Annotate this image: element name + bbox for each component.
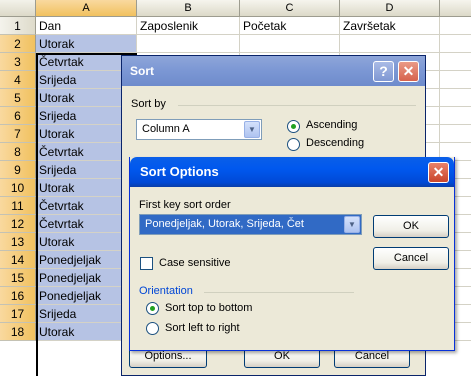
first-key-label: First key sort order xyxy=(139,199,231,211)
row-header[interactable]: 11 xyxy=(0,197,36,215)
sort-left-to-right-label[interactable]: Sort left to right xyxy=(165,322,240,334)
row-header[interactable]: 10 xyxy=(0,179,36,197)
close-icon[interactable]: ✕ xyxy=(428,162,449,183)
cell-c[interactable]: Početak xyxy=(240,17,340,35)
options-ok-button[interactable]: OK xyxy=(373,215,449,238)
row-header[interactable]: 8 xyxy=(0,143,36,161)
ascending-label[interactable]: Ascending xyxy=(306,119,357,131)
first-key-sort-order-select[interactable]: Ponedjeljak, Utorak, Srijeda, Čet ▼ xyxy=(139,214,362,235)
row-header[interactable]: 9 xyxy=(0,161,36,179)
row-header[interactable]: 18 xyxy=(0,323,36,341)
row-header[interactable]: 4 xyxy=(0,71,36,89)
cell-e[interactable] xyxy=(440,125,471,143)
cell-e[interactable] xyxy=(440,53,471,71)
row-header[interactable]: 12 xyxy=(0,215,36,233)
help-icon[interactable]: ? xyxy=(373,61,394,82)
cell-b[interactable]: Zaposlenik xyxy=(137,17,240,35)
row-header[interactable]: 2 xyxy=(0,35,36,53)
column-header-d[interactable]: D xyxy=(340,0,440,17)
case-sensitive-checkbox[interactable] xyxy=(140,257,153,270)
sort-left-to-right-radio[interactable] xyxy=(146,322,159,335)
cell-e[interactable] xyxy=(440,89,471,107)
row-header[interactable]: 6 xyxy=(0,107,36,125)
sort-dialog-title: Sort xyxy=(130,64,154,78)
cell-e[interactable] xyxy=(440,71,471,89)
row-header[interactable]: 13 xyxy=(0,233,36,251)
sort-dialog-titlebar[interactable]: Sort ? ✕ xyxy=(122,56,425,86)
cell-a[interactable]: Dan xyxy=(36,17,137,35)
sort-by-value: Column A xyxy=(142,123,190,135)
orientation-label: Orientation xyxy=(139,285,193,297)
row-header[interactable]: 7 xyxy=(0,125,36,143)
cell-b[interactable] xyxy=(137,35,240,53)
options-cancel-button[interactable]: Cancel xyxy=(373,247,449,270)
sort-options-titlebar[interactable]: Sort Options ✕ xyxy=(130,157,454,187)
sort-by-select[interactable]: Column A ▼ xyxy=(136,119,262,140)
cell-d[interactable] xyxy=(340,35,440,53)
ascending-radio[interactable] xyxy=(287,120,300,133)
column-header-b[interactable]: B xyxy=(137,0,240,17)
row-header[interactable]: 16 xyxy=(0,287,36,305)
column-header-a[interactable]: A xyxy=(36,0,137,17)
sort-top-to-bottom-label[interactable]: Sort top to bottom xyxy=(165,302,252,314)
sort-options-title: Sort Options xyxy=(140,164,219,179)
row-header[interactable]: 5 xyxy=(0,89,36,107)
cell-e[interactable] xyxy=(440,17,471,35)
sort-by-label: Sort by xyxy=(131,98,166,110)
row-header[interactable]: 14 xyxy=(0,251,36,269)
sort-options-dialog: Sort Options ✕ First key sort order Pone… xyxy=(129,157,455,351)
descending-radio[interactable] xyxy=(287,138,300,151)
cell-e[interactable] xyxy=(440,35,471,53)
chevron-down-icon[interactable]: ▼ xyxy=(344,216,360,233)
divider xyxy=(178,105,416,106)
cell-e[interactable] xyxy=(440,107,471,125)
column-header-e[interactable] xyxy=(440,0,471,17)
select-all-corner[interactable] xyxy=(0,0,36,17)
cell-c[interactable] xyxy=(240,35,340,53)
sort-top-to-bottom-radio[interactable] xyxy=(146,302,159,315)
row-header[interactable]: 17 xyxy=(0,305,36,323)
case-sensitive-label[interactable]: Case sensitive xyxy=(159,257,231,269)
row-header[interactable]: 1 xyxy=(0,17,36,35)
divider xyxy=(204,292,354,293)
cell-d[interactable]: Završetak xyxy=(340,17,440,35)
first-key-value: Ponedjeljak, Utorak, Srijeda, Čet xyxy=(145,218,304,230)
column-header-c[interactable]: C xyxy=(240,0,340,17)
close-icon[interactable]: ✕ xyxy=(398,61,419,82)
descending-label[interactable]: Descending xyxy=(306,137,364,149)
chevron-down-icon[interactable]: ▼ xyxy=(244,121,260,138)
cell-a[interactable]: Utorak xyxy=(36,35,137,53)
row-header[interactable]: 15 xyxy=(0,269,36,287)
row-header[interactable]: 3 xyxy=(0,53,36,71)
